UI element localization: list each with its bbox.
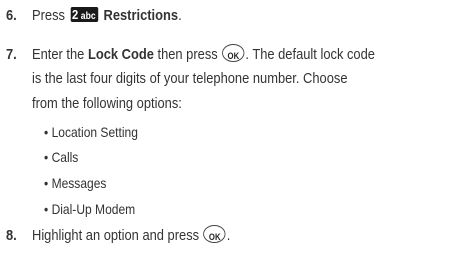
option-list-item: • Dial-Up Modem [44,201,136,217]
ok-key-icon: OK [222,44,245,63]
step-number: 7. [6,46,17,63]
restrictions-menu-name: Restrictions [103,7,179,24]
step-7-line-1: Enter the Lock Code then press OK . The d… [32,44,375,65]
option-list-item: • Location Setting [44,124,138,140]
step-6-press-label: Press [32,7,65,24]
step-6-period: . [178,7,182,24]
key-letters: abc [80,10,96,22]
option-list-item: • Messages [44,175,107,191]
lock-code-term: Lock Code [87,46,154,63]
option-messages: Messages [51,175,107,191]
ok-key-label: OK [208,232,221,243]
step-7-enter-label: Enter the [32,46,85,63]
option-dial-up-modem: Dial-Up Modem [51,201,136,217]
step-8-period: . [226,227,231,244]
ok-key-label: OK [227,51,240,62]
step-7-then-press: then press [157,46,218,63]
step-number: 8. [6,227,17,244]
step-7-line-2: is the last four digits of your telephon… [32,70,348,87]
option-location-setting: Location Setting [51,124,138,140]
step-6-text: Press 2 abc Restrictions. [32,6,182,26]
ok-key-icon: OK [203,225,226,244]
instruction-page: 6. Press 2 abc Restrictions. 7. Enter the… [0,0,472,279]
option-list-item: • Calls [44,149,79,165]
option-calls: Calls [51,149,79,165]
keypad-2-abc-icon: 2 abc [70,6,99,22]
step-7-line-3: from the following options: [32,95,182,112]
step-number: 6. [6,7,17,24]
key-digit: 2 [72,6,79,22]
step-8-label: Highlight an option and press [32,227,200,244]
step-7-default-text: . The default lock code [245,46,375,63]
step-8-text: Highlight an option and press OK. [32,225,231,246]
